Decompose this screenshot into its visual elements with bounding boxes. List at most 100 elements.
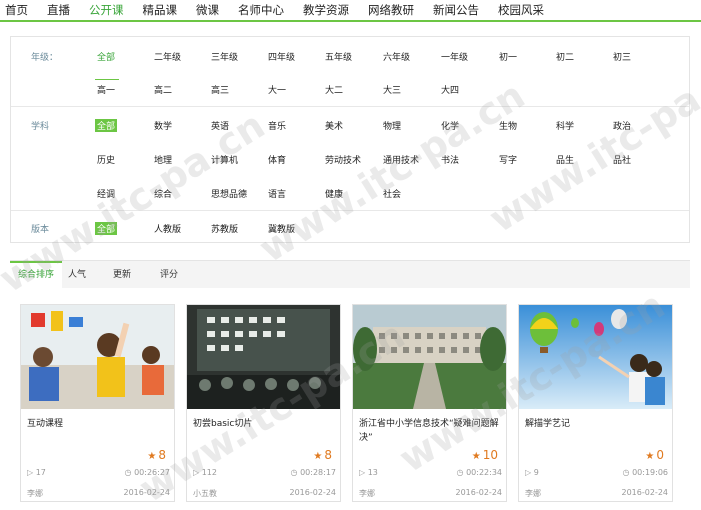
subject-option[interactable]: 品社 <box>613 153 631 166</box>
course-author[interactable]: 李娜 <box>359 488 375 499</box>
grade-option[interactable]: 三年级 <box>211 50 238 63</box>
subject-option[interactable]: 书法 <box>441 153 459 166</box>
grade-option[interactable]: 大四 <box>441 83 459 96</box>
duration-value: 00:26:27 <box>134 468 170 477</box>
version-option-all[interactable]: 全部 <box>95 222 118 235</box>
play-icon: ▷ <box>525 468 532 477</box>
nav-micro-course[interactable]: 微课 <box>196 2 219 18</box>
star-icon: ★ <box>147 451 157 462</box>
nav-home[interactable]: 首页 <box>5 2 28 18</box>
subject-option[interactable]: 通用技术 <box>383 153 419 166</box>
grade-option[interactable]: 五年级 <box>325 50 352 63</box>
rating-value: 8 <box>324 448 332 462</box>
subject-option[interactable]: 语言 <box>268 187 286 200</box>
subject-option[interactable]: 品生 <box>556 153 574 166</box>
version-option[interactable]: 冀教版 <box>268 222 295 235</box>
subject-option[interactable]: 美术 <box>325 119 343 132</box>
clock-icon: ◷ <box>456 468 464 477</box>
duration: ◷ 00:22:34 <box>457 468 502 477</box>
grade-option[interactable]: 高一 <box>97 83 115 96</box>
grade-label: 年级： <box>31 53 59 63</box>
course-rating: ★ 8 <box>147 448 166 462</box>
subject-option[interactable]: 化学 <box>441 119 459 132</box>
grade-option[interactable]: 高二 <box>154 83 172 96</box>
course-date: 2016-02-24 <box>621 488 669 497</box>
course-author[interactable]: 李娜 <box>27 488 43 499</box>
subject-option[interactable]: 经调 <box>97 187 115 200</box>
subject-option[interactable]: 体育 <box>268 153 286 166</box>
play-icon: ▷ <box>193 468 200 477</box>
grade-option[interactable]: 高三 <box>211 83 229 96</box>
filter-divider <box>11 210 689 211</box>
course-title[interactable]: 初尝basic切片 <box>193 417 336 431</box>
course-rating: ★ 8 <box>313 448 332 462</box>
nav-teacher-center[interactable]: 名师中心 <box>238 2 284 18</box>
version-option[interactable]: 人教版 <box>154 222 181 235</box>
course-title[interactable]: 浙江省中小学信息技术“疑难问题解决” <box>359 417 502 445</box>
grade-option-all[interactable]: 全部 <box>94 50 120 80</box>
course-thumbnail <box>519 305 672 409</box>
nav-campus[interactable]: 校园风采 <box>498 2 544 18</box>
nav-premium-course[interactable]: 精品课 <box>143 2 178 18</box>
play-count: ▷ 112 <box>193 468 217 477</box>
version-option[interactable]: 苏教版 <box>211 222 238 235</box>
grade-option[interactable]: 六年级 <box>383 50 410 63</box>
course-author[interactable]: 小五教 <box>193 488 217 499</box>
rating-value: 10 <box>482 448 498 462</box>
play-count-value: 13 <box>367 468 378 477</box>
subject-option[interactable]: 音乐 <box>268 119 286 132</box>
grade-option[interactable]: 初三 <box>613 50 631 63</box>
subject-option[interactable]: 生物 <box>499 119 517 132</box>
course-thumbnail <box>353 305 506 409</box>
subject-option[interactable]: 科学 <box>556 119 574 132</box>
sort-tab-comprehensive[interactable]: 综合排序 <box>10 261 63 289</box>
grade-option[interactable]: 四年级 <box>268 50 295 63</box>
subject-option[interactable]: 物理 <box>383 119 401 132</box>
grade-option[interactable]: 大三 <box>383 83 401 96</box>
course-card[interactable]: 浙江省中小学信息技术“疑难问题解决” ★ 10 ▷ 13 ◷ 00:22:34 李… <box>352 304 507 502</box>
grade-option[interactable]: 初一 <box>499 50 517 63</box>
grade-option[interactable]: 二年级 <box>154 50 181 63</box>
subject-option[interactable]: 劳动技术 <box>325 153 361 166</box>
nav-teaching-resources[interactable]: 教学资源 <box>303 2 349 18</box>
star-icon: ★ <box>313 451 323 462</box>
grade-option[interactable]: 大一 <box>268 83 286 96</box>
subject-option[interactable]: 社会 <box>383 187 401 200</box>
course-rating: ★ 10 <box>472 448 498 462</box>
grade-option[interactable]: 大二 <box>325 83 343 96</box>
sort-bar: 综合排序 人气 更新 评分 <box>10 260 690 289</box>
subject-option[interactable]: 综合 <box>154 187 172 200</box>
play-count-value: 17 <box>35 468 46 477</box>
course-title[interactable]: 解描学艺记 <box>525 417 668 431</box>
grade-option[interactable]: 一年级 <box>441 50 468 63</box>
subject-option[interactable]: 英语 <box>211 119 229 132</box>
sort-tab-rating[interactable]: 评分 <box>160 261 178 289</box>
subject-option-all[interactable]: 全部 <box>95 119 118 132</box>
subject-option[interactable]: 地理 <box>154 153 172 166</box>
subject-option[interactable]: 政治 <box>613 119 631 132</box>
subject-option[interactable]: 思想品德 <box>211 187 247 200</box>
grade-option[interactable]: 初二 <box>556 50 574 63</box>
subject-option[interactable]: 健康 <box>325 187 343 200</box>
play-count: ▷ 9 <box>525 468 539 477</box>
nav-live[interactable]: 直播 <box>47 2 70 18</box>
filter-divider <box>11 106 689 107</box>
subject-option[interactable]: 历史 <box>97 153 115 166</box>
course-title[interactable]: 互动课程 <box>27 417 170 431</box>
nav-news[interactable]: 新闻公告 <box>433 2 479 18</box>
course-card[interactable]: 初尝basic切片 ★ 8 ▷ 112 ◷ 00:28:17 小五教 2016-0… <box>186 304 341 502</box>
play-count: ▷ 13 <box>359 468 378 477</box>
course-card[interactable]: 解描学艺记 ★ 0 ▷ 9 ◷ 00:19:06 李娜 2016-02-24 <box>518 304 673 502</box>
nav-open-course[interactable]: 公开课 <box>89 2 124 18</box>
sort-tab-popularity[interactable]: 人气 <box>68 261 86 289</box>
duration-value: 00:19:06 <box>632 468 668 477</box>
course-author[interactable]: 李娜 <box>525 488 541 499</box>
version-label: 版本 <box>31 225 50 235</box>
subject-option[interactable]: 计算机 <box>211 153 238 166</box>
nav-online-research[interactable]: 网络教研 <box>368 2 414 18</box>
subject-option[interactable]: 数学 <box>154 119 172 132</box>
sort-tab-updated[interactable]: 更新 <box>113 261 131 289</box>
course-card[interactable]: 互动课程 ★ 8 ▷ 17 ◷ 00:26:27 李娜 2016-02-24 <box>20 304 175 502</box>
clock-icon: ◷ <box>124 468 132 477</box>
subject-option[interactable]: 写字 <box>499 153 517 166</box>
